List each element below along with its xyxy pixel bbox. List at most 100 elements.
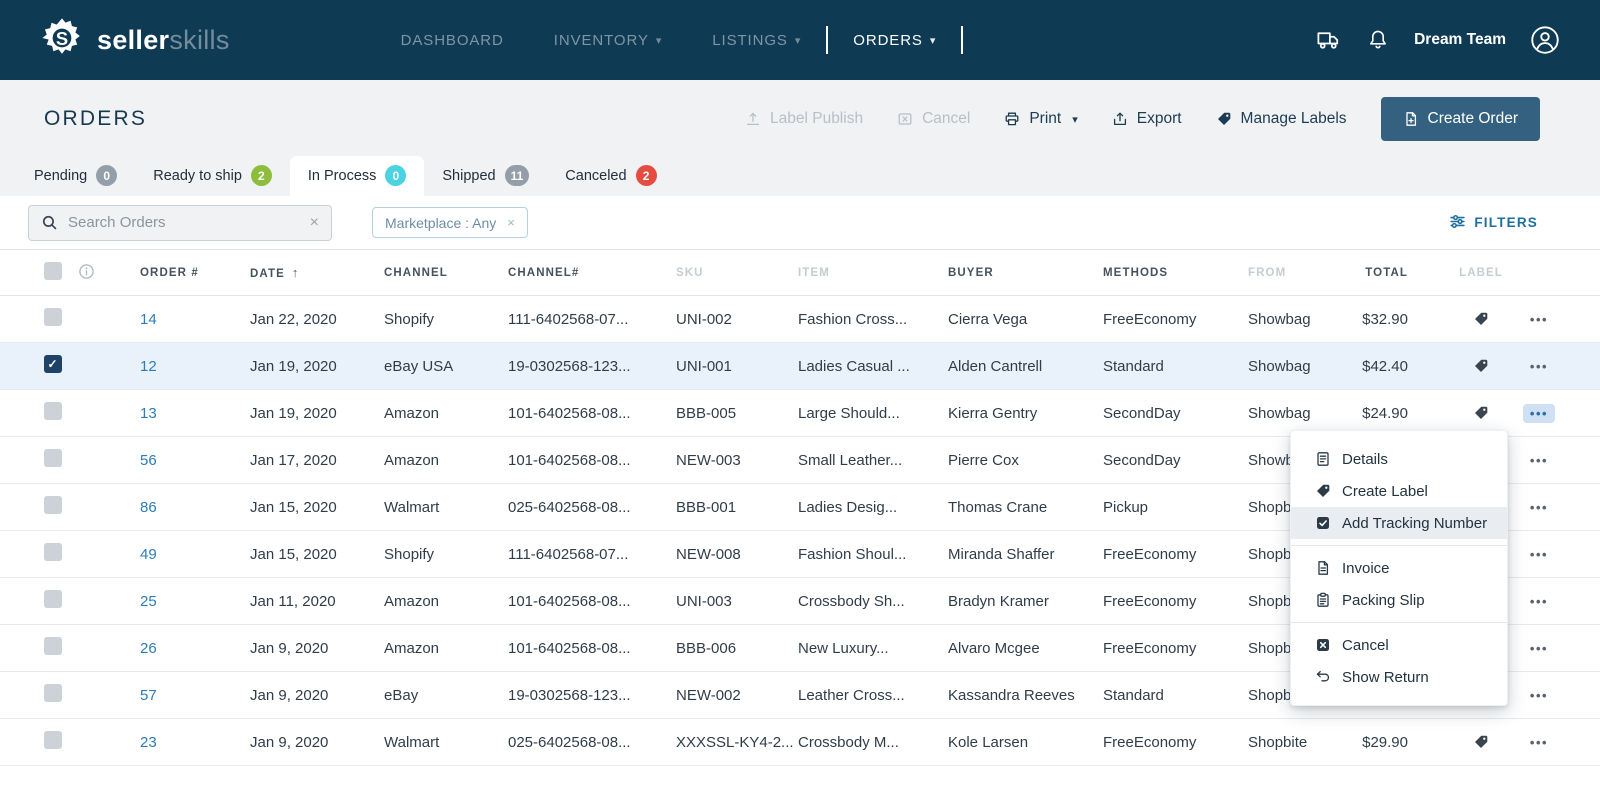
order-row[interactable]: 12 Jan 19, 2020 eBay USA 19-0302568-123.… — [0, 343, 1600, 390]
return-arrow-icon — [1315, 669, 1331, 685]
order-channel: Amazon — [384, 640, 508, 657]
col-header-buyer[interactable]: BUYER — [948, 267, 1103, 279]
order-row[interactable]: 14 Jan 22, 2020 Shopify 111-6402568-07..… — [0, 296, 1600, 343]
menu-divider — [1291, 545, 1507, 546]
tab-count-badge: 2 — [251, 165, 272, 186]
tab-canceled[interactable]: Canceled2 — [547, 156, 674, 196]
order-buyer: Bradyn Kramer — [948, 593, 1103, 610]
order-row[interactable]: 23 Jan 9, 2020 Walmart 025-6402568-08...… — [0, 719, 1600, 766]
shipping-label-tag-icon[interactable] — [1473, 734, 1489, 750]
col-header-total[interactable]: TOTAL — [1352, 267, 1452, 279]
menu-item-add-tracking-number[interactable]: Add Tracking Number — [1291, 507, 1507, 539]
col-header-from[interactable]: FROM — [1248, 267, 1352, 279]
menu-item-create-label[interactable]: Create Label — [1291, 475, 1507, 507]
nav-item-inventory[interactable]: INVENTORY▾ — [529, 0, 688, 80]
menu-item-label: Show Return — [1342, 669, 1429, 686]
row-checkbox[interactable] — [44, 496, 62, 514]
nav-item-orders[interactable]: ORDERS▾ — [828, 0, 961, 80]
notifications-bell-icon[interactable] — [1366, 28, 1390, 52]
col-header-date[interactable]: DATE↑ — [250, 265, 384, 280]
col-header-channel[interactable]: CHANNEL — [384, 267, 508, 279]
row-checkbox[interactable] — [44, 731, 62, 749]
export-icon — [1112, 111, 1128, 127]
row-checkbox[interactable] — [44, 355, 62, 373]
order-number-link[interactable]: 86 — [140, 499, 157, 516]
shipping-label-tag-icon[interactable] — [1473, 311, 1489, 327]
order-number-link[interactable]: 26 — [140, 640, 157, 657]
tab-pending[interactable]: Pending0 — [16, 156, 135, 196]
shipping-label-tag-icon[interactable] — [1473, 405, 1489, 421]
menu-item-invoice[interactable]: Invoice — [1291, 552, 1507, 584]
select-all-checkbox[interactable] — [44, 262, 62, 280]
order-from: Showbag — [1248, 311, 1352, 328]
orders-toolbar: ORDERS Label PublishCancelPrint▾ExportMa… — [0, 80, 1600, 158]
row-checkbox[interactable] — [44, 684, 62, 702]
row-checkbox[interactable] — [44, 402, 62, 420]
col-header-item[interactable]: ITEM — [798, 267, 948, 279]
search-input[interactable] — [68, 214, 300, 231]
clear-search-icon[interactable]: × — [310, 215, 319, 231]
row-actions-menu-icon[interactable]: ••• — [1523, 404, 1555, 423]
order-sku: NEW-003 — [676, 452, 798, 469]
menu-item-cancel[interactable]: Cancel — [1291, 629, 1507, 661]
nav-item-dashboard[interactable]: DASHBOARD — [376, 0, 529, 80]
tab-count-badge: 2 — [636, 165, 657, 186]
shipping-truck-icon[interactable] — [1316, 27, 1342, 53]
order-channel-number: 19-0302568-123... — [508, 358, 676, 375]
col-header-channel-number[interactable]: CHANNEL# — [508, 267, 676, 279]
order-channel-number: 101-6402568-08... — [508, 640, 676, 657]
page-title: ORDERS — [44, 107, 147, 131]
info-icon[interactable] — [78, 263, 95, 283]
tab-in-process[interactable]: In Process0 — [290, 156, 425, 196]
row-actions-menu-icon[interactable]: ••• — [1523, 592, 1555, 611]
menu-item-details[interactable]: Details — [1291, 443, 1507, 475]
brand-logo[interactable]: S sellerskills — [40, 16, 230, 65]
col-header-sku[interactable]: SKU — [676, 267, 798, 279]
row-actions-menu-icon[interactable]: ••• — [1523, 310, 1555, 329]
order-number-link[interactable]: 12 — [140, 358, 157, 375]
row-checkbox[interactable] — [44, 308, 62, 326]
remove-chip-icon[interactable]: × — [507, 215, 515, 230]
row-checkbox[interactable] — [44, 543, 62, 561]
menu-item-show-return[interactable]: Show Return — [1291, 661, 1507, 693]
print-button[interactable]: Print▾ — [1004, 110, 1077, 128]
create-order-button[interactable]: Create Order — [1381, 97, 1540, 141]
chevron-down-icon: ▾ — [656, 34, 662, 47]
order-number-link[interactable]: 56 — [140, 452, 157, 469]
user-name[interactable]: Dream Team — [1414, 31, 1506, 49]
user-avatar-icon[interactable] — [1530, 25, 1560, 55]
row-actions-menu-icon[interactable]: ••• — [1523, 357, 1555, 376]
order-number-link[interactable]: 57 — [140, 687, 157, 704]
order-channel-number: 025-6402568-08... — [508, 499, 676, 516]
col-header-label[interactable]: LABEL — [1452, 267, 1510, 279]
export-button[interactable]: Export — [1112, 110, 1182, 128]
manage-labels-button[interactable]: Manage Labels — [1216, 110, 1347, 128]
order-method: SecondDay — [1103, 452, 1248, 469]
packing-slip-icon — [1315, 592, 1331, 608]
nav-item-listings[interactable]: LISTINGS▾ — [687, 0, 826, 80]
order-number-link[interactable]: 25 — [140, 593, 157, 610]
row-actions-menu-icon[interactable]: ••• — [1523, 451, 1555, 470]
row-actions-menu-icon[interactable]: ••• — [1523, 545, 1555, 564]
menu-item-packing-slip[interactable]: Packing Slip — [1291, 584, 1507, 616]
row-actions-menu-icon[interactable]: ••• — [1523, 498, 1555, 517]
row-actions-menu-icon[interactable]: ••• — [1523, 639, 1555, 658]
tab-ready-to-ship[interactable]: Ready to ship2 — [135, 156, 290, 196]
filters-button[interactable]: FILTERS — [1449, 213, 1538, 233]
marketplace-filter-chip[interactable]: Marketplace : Any × — [372, 207, 528, 238]
shipping-label-tag-icon[interactable] — [1473, 358, 1489, 374]
row-checkbox[interactable] — [44, 637, 62, 655]
order-date: Jan 15, 2020 — [250, 546, 384, 563]
tab-shipped[interactable]: Shipped11 — [424, 156, 547, 196]
col-header-methods[interactable]: METHODS — [1103, 267, 1248, 279]
row-actions-menu-icon[interactable]: ••• — [1523, 686, 1555, 705]
button-label: Label Publish — [770, 110, 863, 128]
row-checkbox[interactable] — [44, 590, 62, 608]
order-number-link[interactable]: 14 — [140, 311, 157, 328]
row-actions-menu-icon[interactable]: ••• — [1523, 733, 1555, 752]
row-checkbox[interactable] — [44, 449, 62, 467]
col-header-order[interactable]: ORDER # — [140, 267, 250, 279]
order-number-link[interactable]: 13 — [140, 405, 157, 422]
order-number-link[interactable]: 23 — [140, 734, 157, 751]
order-number-link[interactable]: 49 — [140, 546, 157, 563]
